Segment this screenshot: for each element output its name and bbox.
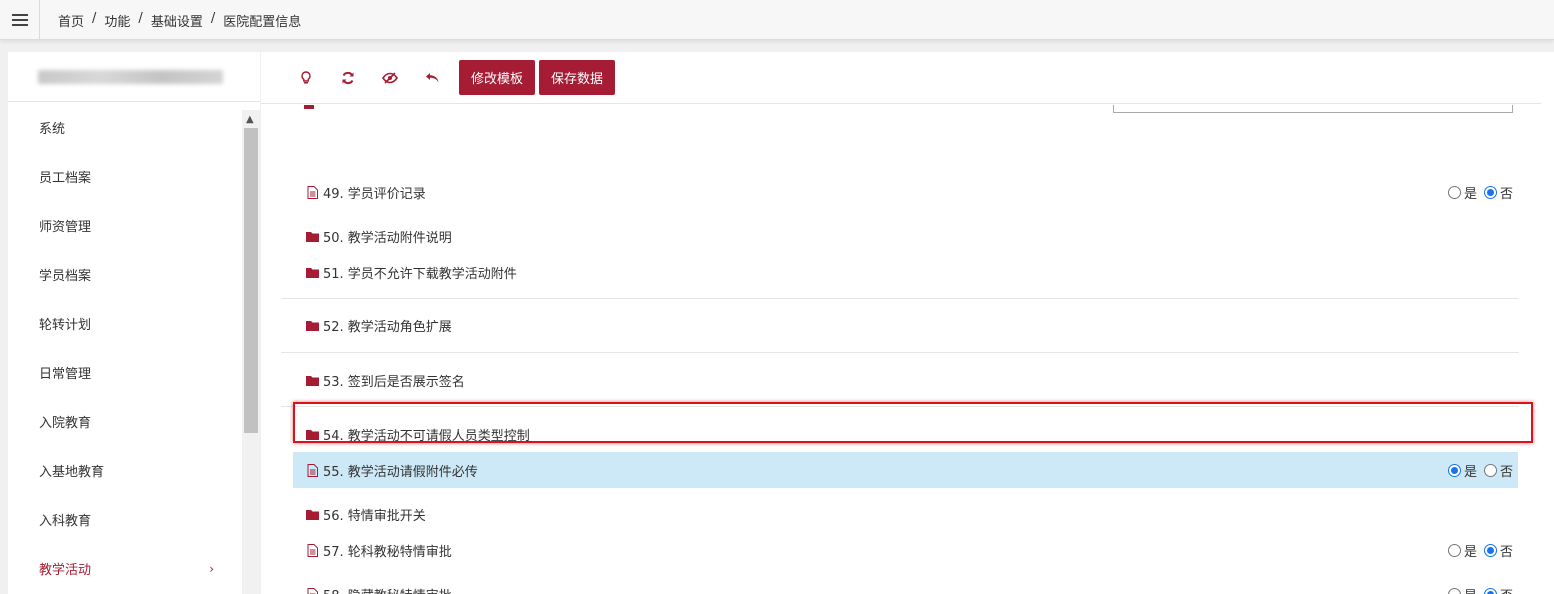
yes-no-radio-group: 是 否 bbox=[1447, 183, 1513, 202]
sidebar-item-staff-records[interactable]: 员工档案 bbox=[8, 152, 242, 201]
sidebar-item-label: 学员档案 bbox=[39, 269, 92, 284]
toolbar: 修改模板 保存数据 bbox=[261, 52, 1554, 104]
folder-icon bbox=[304, 105, 314, 109]
refresh-icon[interactable] bbox=[327, 60, 369, 96]
config-row-53[interactable]: 53. 签到后是否展示签名 bbox=[293, 362, 1518, 398]
sidebar-item-label: 轮转计划 bbox=[39, 318, 92, 333]
sidebar-item-label: 系统 bbox=[39, 122, 66, 137]
breadcrumb-home[interactable]: 首页 bbox=[58, 11, 84, 30]
config-row-label: 49. 学员评价记录 bbox=[323, 186, 426, 202]
config-row-52[interactable]: 52. 教学活动角色扩展 bbox=[293, 307, 1518, 343]
main-panel: 修改模板 保存数据 49. 学员评价记录 是 否 50. 教学活动附件说明 51… bbox=[261, 52, 1554, 594]
sidebar-item-student-records[interactable]: 学员档案 bbox=[8, 250, 242, 299]
breadcrumb: 首页 / 功能 / 基础设置 / 医院配置信息 bbox=[58, 11, 302, 30]
sidebar-item-base-orientation[interactable]: 入基地教育 bbox=[8, 446, 242, 495]
config-row-label: 55. 教学活动请假附件必传 bbox=[323, 464, 478, 480]
divider bbox=[281, 298, 1519, 299]
radio-yes[interactable] bbox=[1447, 463, 1461, 477]
breadcrumb-function[interactable]: 功能 bbox=[104, 11, 130, 30]
folder-icon bbox=[305, 375, 319, 386]
yes-no-radio-group: 是 否 bbox=[1447, 541, 1513, 560]
menu-toggle-button[interactable] bbox=[0, 0, 40, 40]
hamburger-icon bbox=[11, 14, 28, 26]
config-row-label: 56. 特情审批开关 bbox=[323, 508, 426, 524]
selection-outline bbox=[293, 402, 1533, 443]
sidebar-item-label: 教学活动 bbox=[39, 563, 92, 578]
file-icon bbox=[305, 463, 319, 477]
sidebar-item-label: 入院教育 bbox=[39, 416, 92, 431]
hospital-name-redacted bbox=[38, 69, 223, 84]
lightbulb-icon[interactable] bbox=[285, 60, 327, 96]
folder-icon bbox=[305, 267, 319, 278]
sidebar-item-label: 师资管理 bbox=[39, 220, 92, 235]
radio-no[interactable] bbox=[1483, 185, 1497, 199]
sidebar-item-daily-management[interactable]: 日常管理 bbox=[8, 348, 242, 397]
sidebar: 系统 员工档案 师资管理 学员档案 轮转计划 日常管理 入院教育 入基地教育 入… bbox=[8, 52, 260, 594]
file-icon bbox=[305, 543, 319, 557]
config-row-51[interactable]: 51. 学员不允许下载教学活动附件 bbox=[293, 254, 1518, 290]
folder-icon bbox=[305, 509, 319, 520]
radio-yes[interactable] bbox=[1447, 543, 1461, 557]
sidebar-item-faculty[interactable]: 师资管理 bbox=[8, 201, 242, 250]
top-bar: 首页 / 功能 / 基础设置 / 医院配置信息 bbox=[0, 0, 1554, 40]
sidebar-scrollbar[interactable]: ▲ bbox=[242, 110, 260, 594]
sidebar-item-department-orientation[interactable]: 入科教育 bbox=[8, 495, 242, 544]
config-row-57[interactable]: 57. 轮科教秘特情审批 是 否 bbox=[293, 532, 1518, 568]
eye-slash-icon[interactable] bbox=[369, 60, 411, 96]
sidebar-header bbox=[8, 52, 260, 102]
config-row-58[interactable]: 58. 隐藏教秘特情审批 是 否 bbox=[293, 576, 1518, 594]
config-list: 49. 学员评价记录 是 否 50. 教学活动附件说明 51. 学员不允许下载教… bbox=[261, 105, 1541, 594]
sidebar-menu: 系统 员工档案 师资管理 学员档案 轮转计划 日常管理 入院教育 入基地教育 入… bbox=[8, 103, 242, 593]
sidebar-item-label: 员工档案 bbox=[39, 171, 92, 186]
breadcrumb-current: 医院配置信息 bbox=[223, 15, 302, 30]
config-row-label: 51. 学员不允许下载教学活动附件 bbox=[323, 266, 517, 282]
sidebar-item-hospital-orientation[interactable]: 入院教育 bbox=[8, 397, 242, 446]
sidebar-item-rotation-plan[interactable]: 轮转计划 bbox=[8, 299, 242, 348]
config-row-label: 52. 教学活动角色扩展 bbox=[323, 319, 452, 335]
config-row-55[interactable]: 55. 教学活动请假附件必传 是 否 bbox=[293, 452, 1518, 488]
undo-icon[interactable] bbox=[411, 60, 453, 96]
file-icon bbox=[305, 185, 319, 199]
save-data-button[interactable]: 保存数据 bbox=[539, 60, 616, 95]
radio-yes[interactable] bbox=[1447, 185, 1461, 199]
sidebar-item-label: 入基地教育 bbox=[39, 465, 105, 480]
file-icon bbox=[305, 587, 319, 594]
radio-no[interactable] bbox=[1483, 463, 1497, 477]
chevron-right-icon: › bbox=[209, 561, 214, 576]
sidebar-item-system[interactable]: 系统 bbox=[8, 103, 242, 152]
scrollbar-thumb[interactable] bbox=[244, 128, 258, 433]
sidebar-item-label: 日常管理 bbox=[39, 367, 92, 382]
divider bbox=[281, 352, 1519, 353]
modify-template-button[interactable]: 修改模板 bbox=[459, 60, 536, 95]
scroll-up-icon[interactable]: ▲ bbox=[246, 114, 254, 125]
breadcrumb-basic-settings[interactable]: 基础设置 bbox=[151, 11, 203, 30]
config-row-49[interactable]: 49. 学员评价记录 是 否 bbox=[293, 174, 1518, 210]
radio-no[interactable] bbox=[1483, 543, 1497, 557]
config-row-56[interactable]: 56. 特情审批开关 bbox=[293, 496, 1518, 532]
config-row-label: 57. 轮科教秘特情审批 bbox=[323, 544, 452, 560]
content-scrollbar[interactable] bbox=[1541, 52, 1554, 541]
text-field-partial[interactable] bbox=[1113, 105, 1513, 113]
folder-icon bbox=[305, 320, 319, 331]
config-row-label: 53. 签到后是否展示签名 bbox=[323, 374, 465, 390]
radio-no[interactable] bbox=[1483, 587, 1497, 594]
folder-icon bbox=[305, 231, 319, 242]
radio-yes[interactable] bbox=[1447, 587, 1461, 594]
sidebar-item-label: 入科教育 bbox=[39, 514, 92, 529]
sidebar-item-teaching-activity[interactable]: 教学活动 › bbox=[8, 544, 242, 593]
config-row-label: 58. 隐藏教秘特情审批 bbox=[323, 585, 452, 594]
yes-no-radio-group: 是 否 bbox=[1447, 461, 1513, 480]
config-row-label: 50. 教学活动附件说明 bbox=[323, 230, 452, 246]
config-row-50[interactable]: 50. 教学活动附件说明 bbox=[293, 218, 1518, 254]
yes-no-radio-group: 是 否 bbox=[1447, 585, 1513, 594]
